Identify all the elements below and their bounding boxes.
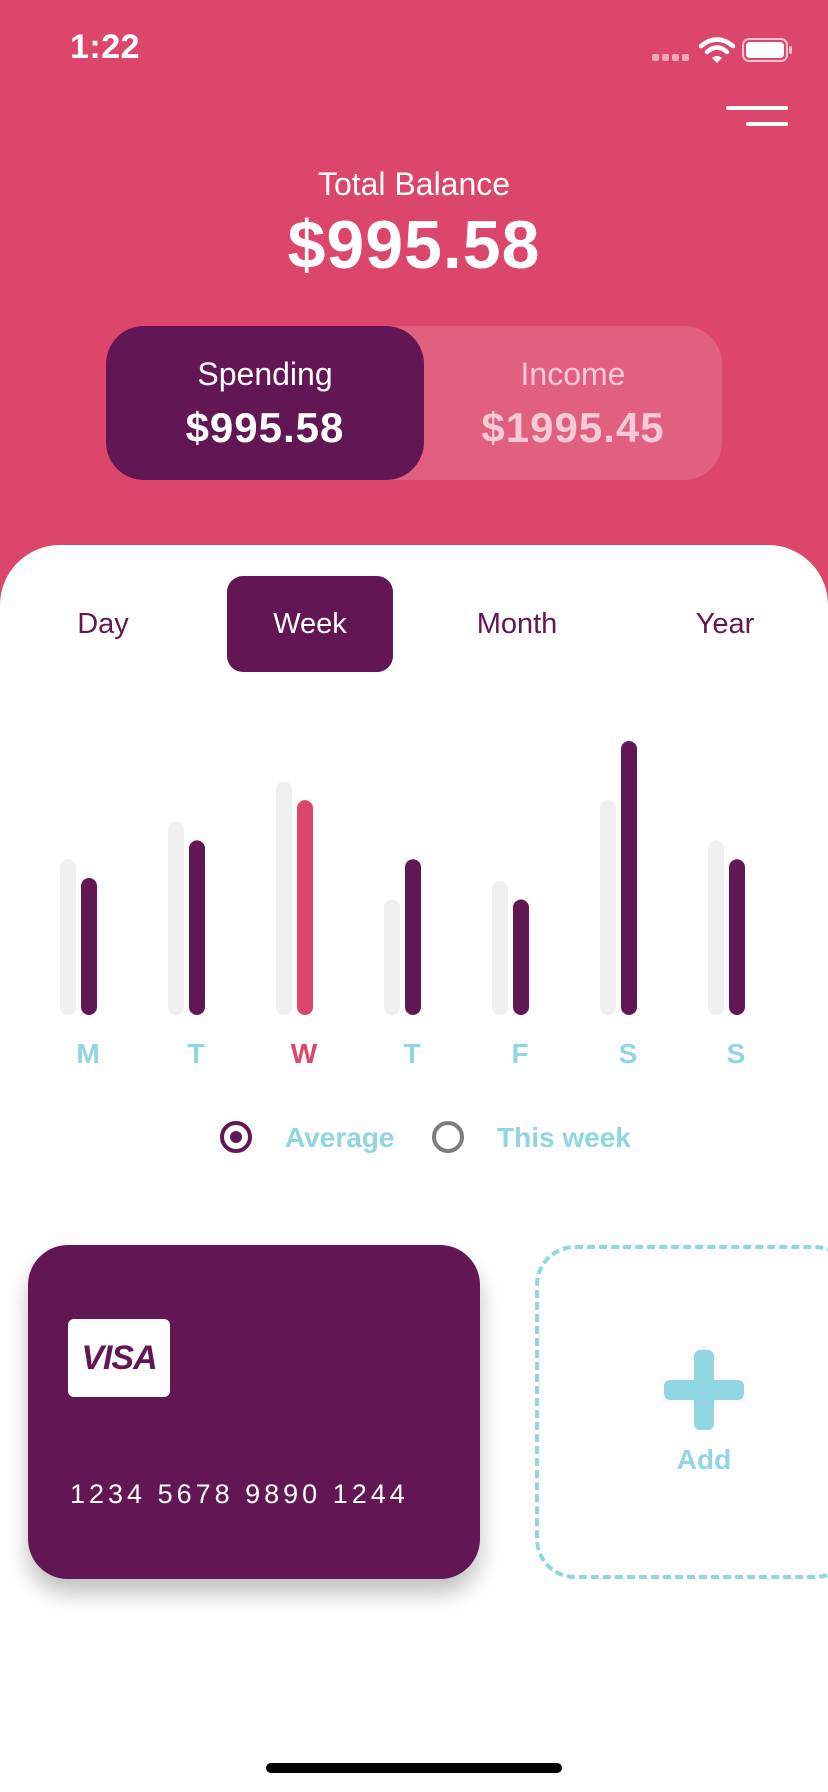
bar-average-2: [276, 781, 292, 1015]
add-card-label: Add: [676, 1444, 732, 1475]
bar-average-5: [600, 800, 616, 1015]
income-tab[interactable]: Income $1995.45: [424, 326, 722, 480]
status-time: 1:22: [70, 28, 141, 66]
bar-this-week-1: [189, 840, 205, 1015]
day-label-6: S: [727, 1038, 746, 1069]
this-week-legend-label[interactable]: This week: [497, 1121, 631, 1155]
header: [0, 0, 828, 640]
menu-icon[interactable]: [726, 104, 790, 130]
bar-this-week-6: [729, 859, 745, 1015]
bar-average-6: [708, 840, 724, 1015]
visa-logo: VISA: [68, 1319, 170, 1397]
tab-year[interactable]: Year: [642, 576, 808, 672]
day-label-4: F: [511, 1038, 528, 1069]
bar-this-week-2: [297, 800, 313, 1015]
spending-value: $995.58: [185, 404, 345, 451]
cellular-signal-icon: [652, 54, 692, 62]
home-indicator: [266, 1763, 562, 1773]
tab-day[interactable]: Day: [20, 576, 186, 672]
average-radio[interactable]: [220, 1121, 252, 1153]
bar-this-week-0: [81, 878, 97, 1015]
this-week-radio[interactable]: [432, 1121, 464, 1153]
income-label: Income: [520, 356, 626, 392]
day-label-0: M: [76, 1038, 99, 1069]
plus-icon: [664, 1350, 744, 1430]
tab-month[interactable]: Month: [434, 576, 600, 672]
spending-tab[interactable]: Spending $995.58: [106, 326, 424, 480]
spending-income-toggle: Spending $995.58 Income $1995.45: [106, 326, 722, 480]
bar-this-week-5: [621, 741, 637, 1015]
card-number: 1234 5678 9890 1244: [70, 1479, 409, 1509]
weekly-spending-chart: MTWTFSS: [60, 741, 746, 1069]
spending-label: Spending: [197, 356, 333, 392]
bar-average-1: [168, 821, 184, 1015]
battery-icon: [742, 38, 792, 62]
income-value: $1995.45: [481, 404, 665, 451]
day-label-5: S: [619, 1038, 638, 1069]
bar-this-week-4: [513, 899, 529, 1015]
average-legend-label[interactable]: Average: [285, 1121, 394, 1155]
visa-card[interactable]: VISA 1234 5678 9890 1244: [28, 1245, 480, 1579]
bar-average-0: [60, 859, 76, 1015]
tab-week[interactable]: Week: [227, 576, 393, 672]
wifi-icon: [698, 37, 736, 63]
day-label-3: T: [403, 1038, 420, 1069]
total-balance-label: Total Balance: [317, 166, 511, 202]
bar-average-4: [492, 880, 508, 1015]
day-label-2: W: [291, 1038, 318, 1069]
bar-this-week-3: [405, 859, 421, 1015]
total-balance-value: $995.58: [287, 207, 541, 283]
day-label-1: T: [187, 1038, 204, 1069]
bar-average-3: [384, 899, 400, 1015]
